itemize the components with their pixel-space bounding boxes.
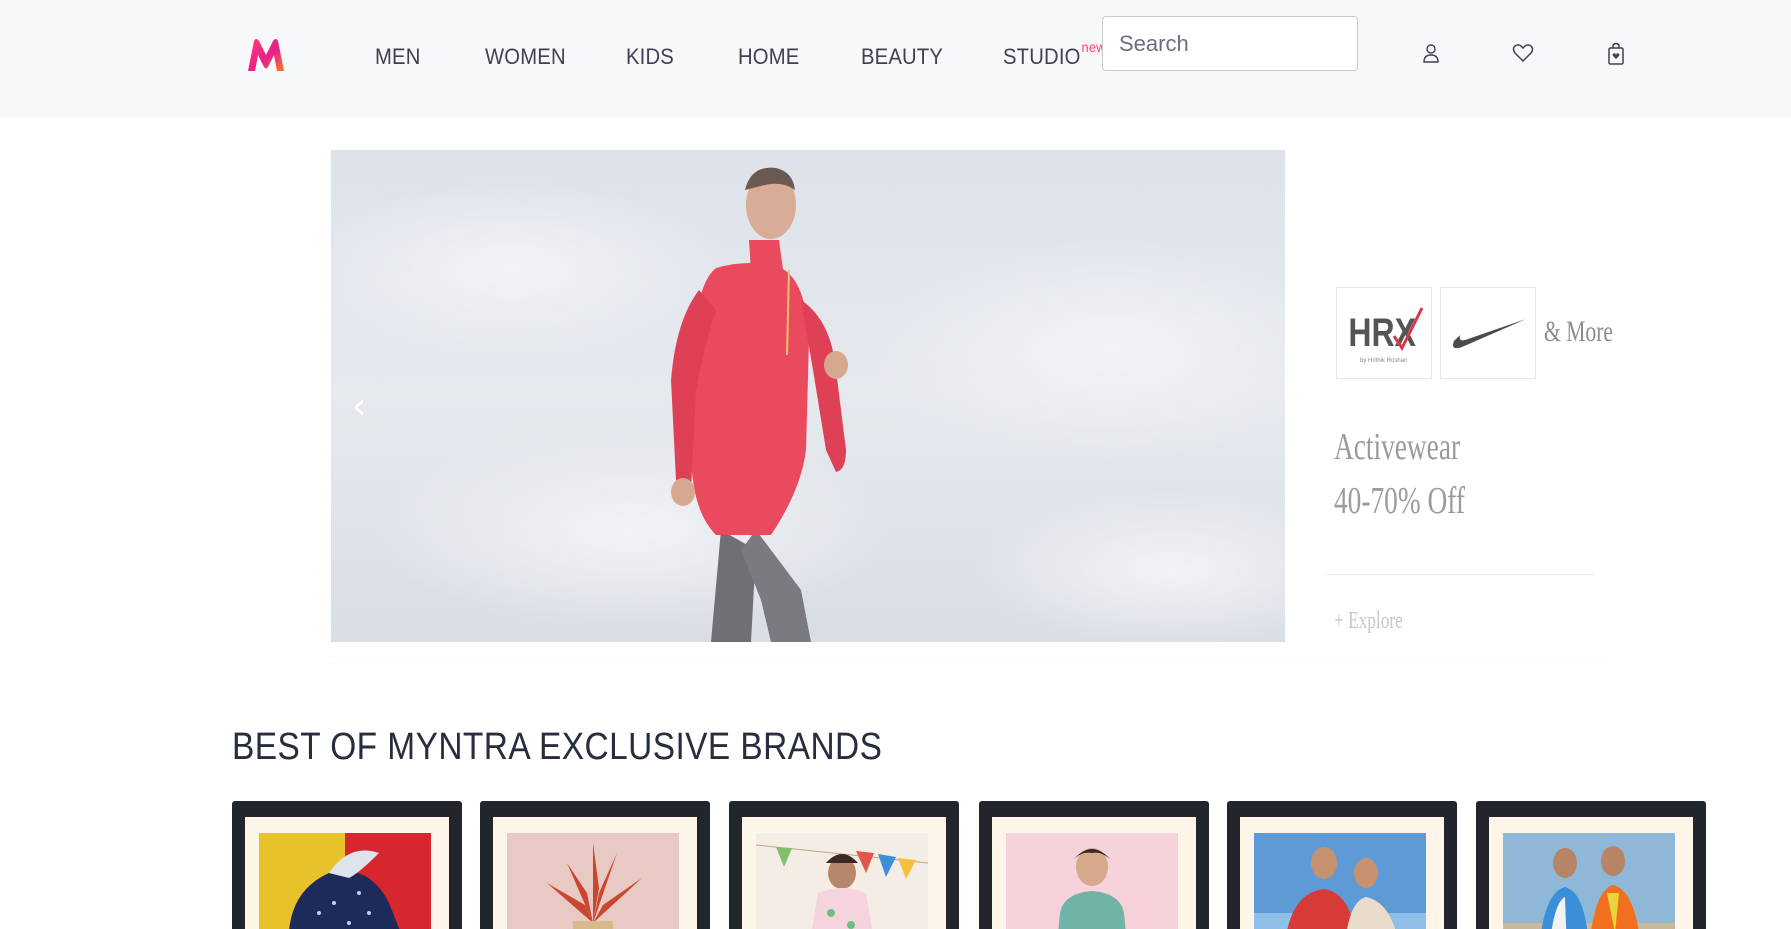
banner-image[interactable]: [331, 150, 1285, 642]
brand-card[interactable]: [979, 801, 1209, 929]
hrx-logo-icon: HRX by Hrithik Roshan: [1348, 307, 1424, 364]
promo-divider: [1324, 574, 1594, 575]
brand-card[interactable]: [480, 801, 710, 929]
nav-studio[interactable]: STUDIOnew: [1003, 39, 1106, 70]
card-frame: [742, 817, 946, 929]
promo-panel[interactable]: HRX by Hrithik Roshan & More Activewear …: [1322, 150, 1613, 642]
card-frame: [493, 817, 697, 929]
svg-text:HRX: HRX: [1348, 310, 1416, 355]
nav-women[interactable]: WOMEN: [485, 44, 566, 70]
explore-link[interactable]: + Explore: [1334, 608, 1403, 635]
nav-men[interactable]: MEN: [375, 44, 421, 70]
card-frame: [245, 817, 449, 929]
and-more-text: & More: [1544, 315, 1613, 348]
brand-card[interactable]: [1476, 801, 1706, 929]
card-frame: [1240, 817, 1444, 929]
brand-nike[interactable]: [1440, 287, 1536, 379]
nav-kids[interactable]: KIDS: [626, 44, 674, 70]
svg-text:by Hrithik Roshan: by Hrithik Roshan: [1360, 358, 1407, 364]
brand-hrx[interactable]: HRX by Hrithik Roshan: [1336, 287, 1432, 379]
nav-studio-label: STUDIO: [1003, 44, 1081, 69]
card-image: [1503, 833, 1675, 929]
card-frame: [1489, 817, 1693, 929]
card-image: [1006, 833, 1178, 929]
bag-icon[interactable]: [1603, 40, 1629, 66]
card-frame: [992, 817, 1196, 929]
card-image: [756, 833, 928, 929]
banner-divider: [331, 656, 1606, 658]
myntra-logo[interactable]: [240, 25, 292, 85]
section-title: BEST OF MYNTRA EXCLUSIVE BRANDS: [232, 726, 883, 768]
wishlist-heart-icon[interactable]: [1510, 40, 1536, 66]
promo-title-line1: Activewear: [1334, 426, 1461, 468]
promo-title: Activewear 40-70% Off: [1334, 420, 1465, 528]
carousel-prev-arrow[interactable]: ‹: [346, 384, 372, 428]
card-image: [507, 833, 679, 929]
myntra-logo-icon: [248, 39, 284, 71]
card-image: [259, 833, 431, 929]
brand-card[interactable]: [1227, 801, 1457, 929]
brand-card[interactable]: [729, 801, 959, 929]
search-input[interactable]: [1102, 16, 1358, 71]
nav-home[interactable]: HOME: [738, 44, 799, 70]
promo-title-line2: 40-70% Off: [1334, 480, 1465, 522]
nav-beauty[interactable]: BEAUTY: [861, 44, 943, 70]
brand-card[interactable]: [232, 801, 462, 929]
profile-icon[interactable]: [1418, 40, 1444, 66]
runner-photo: [331, 150, 1285, 642]
card-image: [1254, 833, 1426, 929]
site-header: MEN WOMEN KIDS HOME BEAUTY STUDIOnew: [0, 0, 1791, 115]
nike-swoosh-icon: [1453, 319, 1526, 349]
